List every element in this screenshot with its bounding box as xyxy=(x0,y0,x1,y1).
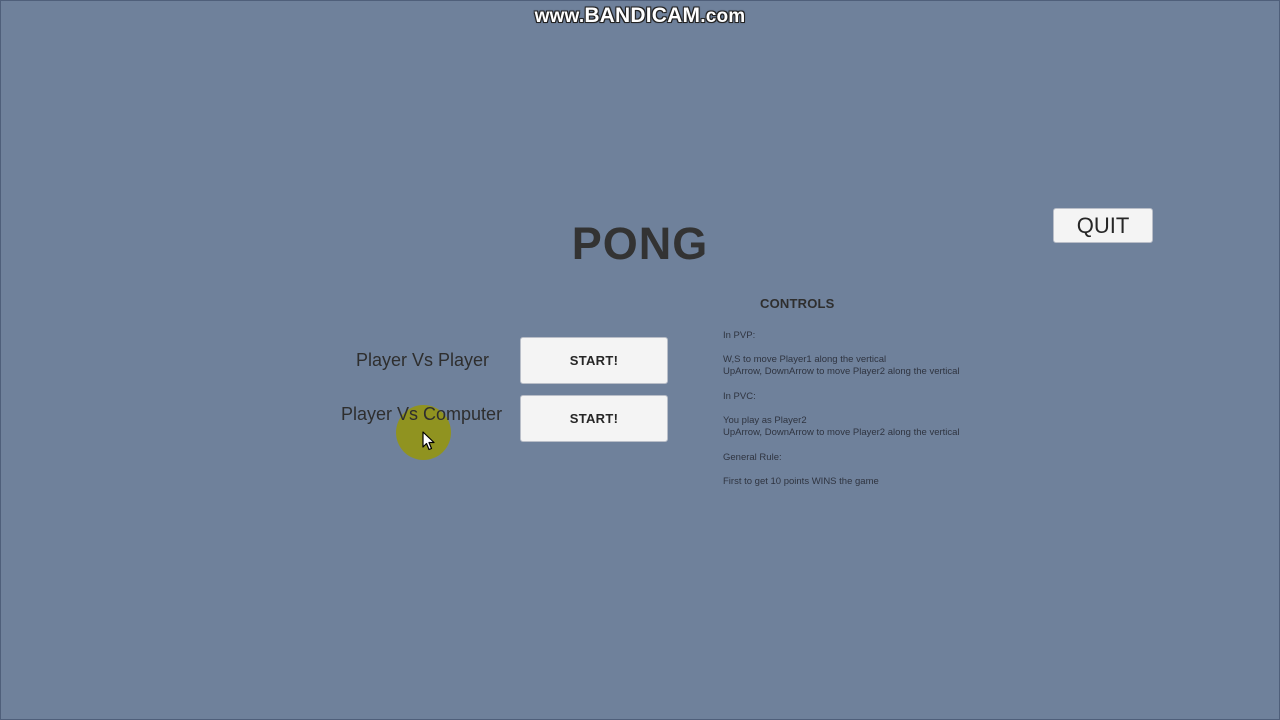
controls-pvp-line1: W,S to move Player1 along the vertical xyxy=(723,354,887,365)
controls-pvc-header: In PVC: xyxy=(723,391,756,402)
controls-rule-header: General Rule: xyxy=(723,452,782,463)
mouse-pointer-icon xyxy=(422,431,435,451)
watermark-suffix: .com xyxy=(700,6,746,27)
controls-pvc-line1: You play as Player2 xyxy=(723,415,807,426)
start-pvc-button[interactable]: START! xyxy=(520,395,668,442)
controls-pvp-line2: UpArrow, DownArrow to move Player2 along… xyxy=(723,366,960,377)
watermark-brand: BANDICAM xyxy=(584,4,701,27)
watermark-prefix: www. xyxy=(534,6,585,27)
game-title: PONG xyxy=(571,218,709,269)
start-pvp-button[interactable]: START! xyxy=(520,337,668,384)
controls-pvc-line2: UpArrow, DownArrow to move Player2 along… xyxy=(723,427,960,438)
quit-button[interactable]: QUIT xyxy=(1053,208,1153,243)
controls-rule-line1: First to get 10 points WINS the game xyxy=(723,476,879,487)
mode-label-pvp: Player Vs Player xyxy=(356,350,490,370)
bandicam-watermark: www.BANDICAM.com xyxy=(0,4,1280,28)
controls-pvp-header: In PVP: xyxy=(723,330,756,341)
controls-heading: CONTROLS xyxy=(760,296,835,311)
mode-label-pvc: Player Vs Computer xyxy=(341,404,503,424)
